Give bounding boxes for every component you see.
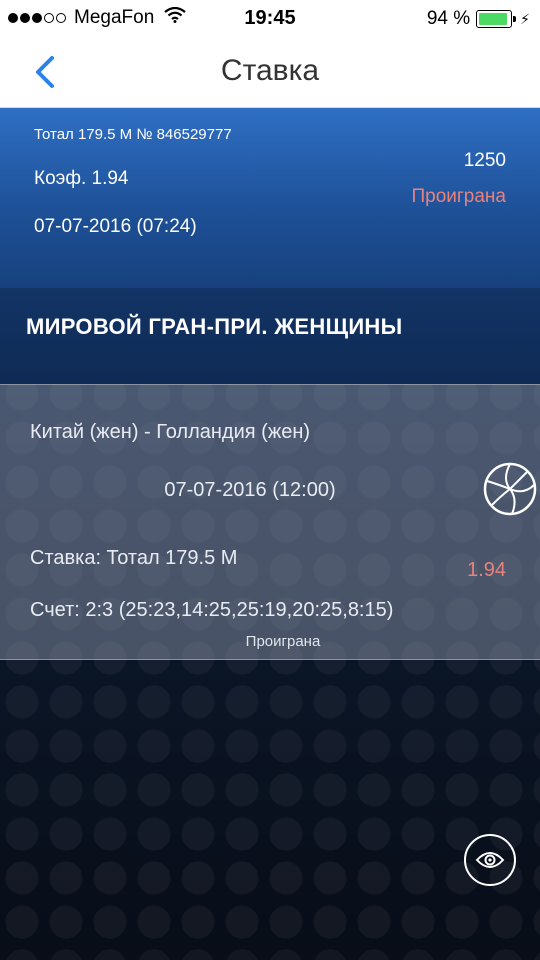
event-teams: Китай (жен) - Голландия (жен) bbox=[30, 421, 311, 443]
event-status: Проиграна bbox=[245, 633, 321, 650]
signal-strength-icon bbox=[8, 13, 66, 23]
event-score: Счет: 2:3 (25:23,14:25,25:19,20:25,8:15) bbox=[30, 599, 394, 621]
event-card[interactable]: Китай (жен) - Голландия (жен) 07-07-2016… bbox=[0, 384, 540, 660]
page-title: Ставка bbox=[220, 54, 320, 87]
league-name: МИРОВОЙ ГРАН-ПРИ. ЖЕНЩИНЫ bbox=[26, 314, 403, 339]
battery-icon bbox=[476, 10, 517, 28]
volleyball-icon bbox=[482, 461, 538, 517]
charging-icon: ⚡︎ bbox=[520, 10, 530, 27]
chevron-left-icon bbox=[36, 56, 54, 88]
event-coefficient: 1.94 bbox=[467, 559, 506, 581]
bet-coefficient: Коэф. 1.94 bbox=[34, 168, 129, 189]
bet-datetime: 07-07-2016 (07:24) bbox=[34, 216, 197, 237]
eye-icon bbox=[475, 852, 505, 868]
wifi-icon bbox=[164, 6, 186, 29]
bet-status: Проиграна bbox=[411, 186, 506, 207]
event-datetime: 07-07-2016 (12:00) bbox=[164, 479, 336, 501]
nav-bar: Ставка bbox=[0, 36, 540, 108]
battery-percent: 94 % bbox=[426, 8, 471, 29]
bet-summary: Тотал 179.5 М № 846529777 Коэф. 1.94 07-… bbox=[0, 108, 540, 288]
league-header: МИРОВОЙ ГРАН-ПРИ. ЖЕНЩИНЫ bbox=[0, 288, 540, 384]
event-stake: Ставка: Тотал 179.5 М bbox=[30, 547, 238, 569]
view-button[interactable] bbox=[464, 834, 516, 886]
bet-details: Тотал 179.5 М № 846529777 Коэф. 1.94 07-… bbox=[0, 108, 540, 960]
back-button[interactable] bbox=[30, 52, 66, 92]
status-bar: MegaFon 19:45 94 % ⚡︎ bbox=[0, 0, 540, 36]
carrier-name: MegaFon bbox=[74, 7, 155, 28]
bet-title: Тотал 179.5 М № 846529777 bbox=[34, 126, 232, 143]
bet-amount: 1250 bbox=[463, 150, 506, 171]
